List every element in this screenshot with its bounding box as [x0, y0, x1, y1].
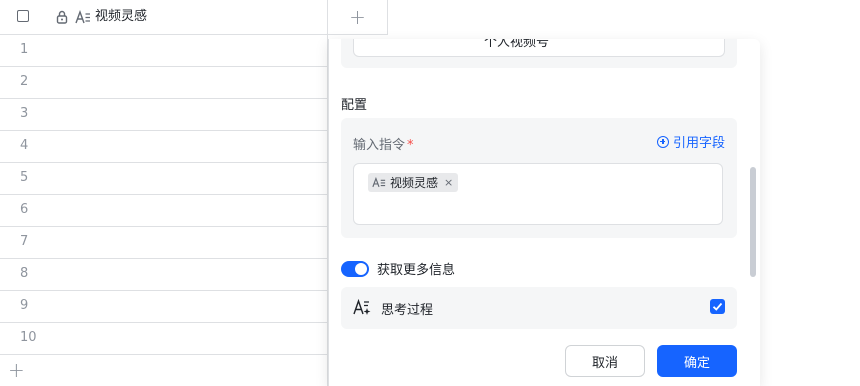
column-title[interactable]: 视频灵感: [95, 8, 147, 26]
row-number: 4: [20, 138, 29, 153]
plus-circle-icon: [656, 135, 669, 148]
table-row[interactable]: 5: [0, 163, 328, 195]
row-number: 1: [20, 42, 29, 57]
instruction-label-text: 输入指令: [353, 138, 406, 153]
add-row-button[interactable]: +: [8, 360, 25, 380]
instruction-label: 输入指令 *: [353, 134, 414, 153]
table-row[interactable]: 8: [0, 259, 328, 291]
close-icon[interactable]: ×: [444, 176, 453, 189]
table-row[interactable]: 10: [0, 323, 328, 355]
cite-field-label: 引用字段: [672, 136, 725, 151]
thinking-process-option: 思考过程: [341, 287, 737, 329]
row-number: 5: [20, 170, 29, 185]
confirm-button[interactable]: 确定: [657, 345, 737, 377]
table-row[interactable]: 9: [0, 291, 328, 323]
ai-text-icon: [353, 299, 371, 315]
table-row[interactable]: 1: [0, 35, 328, 67]
toggle-label: 获取更多信息: [377, 263, 456, 278]
check-icon: [712, 302, 723, 311]
text-field-icon: [75, 10, 90, 24]
cite-field-button[interactable]: 引用字段: [656, 132, 725, 151]
top-section: 个人视频号: [341, 39, 737, 68]
chip-label: 视频灵感: [390, 176, 439, 190]
more-info-toggle[interactable]: [341, 260, 369, 277]
cancel-button[interactable]: 取消: [565, 345, 645, 377]
table-row[interactable]: 2: [0, 67, 328, 99]
top-input-value: 个人视频号: [484, 39, 550, 50]
table-row[interactable]: 7: [0, 227, 328, 259]
row-number: 2: [20, 74, 29, 89]
instruction-config-box: 输入指令 * 引用字段 视频灵感 ×: [341, 118, 737, 238]
row-number: 8: [20, 266, 29, 281]
field-reference-chip[interactable]: 视频灵感 ×: [368, 173, 459, 192]
add-column-button[interactable]: +: [328, 0, 388, 35]
row-number: 10: [20, 330, 37, 345]
lock-icon: [56, 10, 68, 24]
row-number: 9: [20, 298, 29, 313]
table-row[interactable]: 3: [0, 99, 328, 131]
panel-scrollbar[interactable]: [750, 167, 756, 277]
instruction-input[interactable]: 视频灵感 ×: [353, 163, 723, 225]
row-number: 3: [20, 106, 29, 121]
row-number: 7: [20, 234, 29, 249]
ai-field-config-panel: 个人视频号 配置 输入指令 * 引用字段 视频灵感 × 获取更多信息 思考过程 …: [328, 39, 760, 386]
thinking-label: 思考过程: [381, 303, 434, 318]
table-row[interactable]: 4: [0, 131, 328, 163]
text-field-icon: [372, 177, 386, 188]
thinking-checkbox[interactable]: [710, 299, 725, 314]
select-all-checkbox[interactable]: [17, 10, 29, 22]
required-mark: *: [407, 138, 414, 153]
column-header-row: 视频灵感: [0, 0, 328, 35]
section-title-config: 配置: [341, 98, 368, 113]
top-input-field[interactable]: 个人视频号: [353, 39, 725, 57]
row-number: 6: [20, 202, 29, 217]
more-info-toggle-row: 获取更多信息: [341, 259, 455, 278]
row-list: 1 2 3 4 5 6 7 8 9 10: [0, 35, 328, 355]
table-row[interactable]: 6: [0, 195, 328, 227]
